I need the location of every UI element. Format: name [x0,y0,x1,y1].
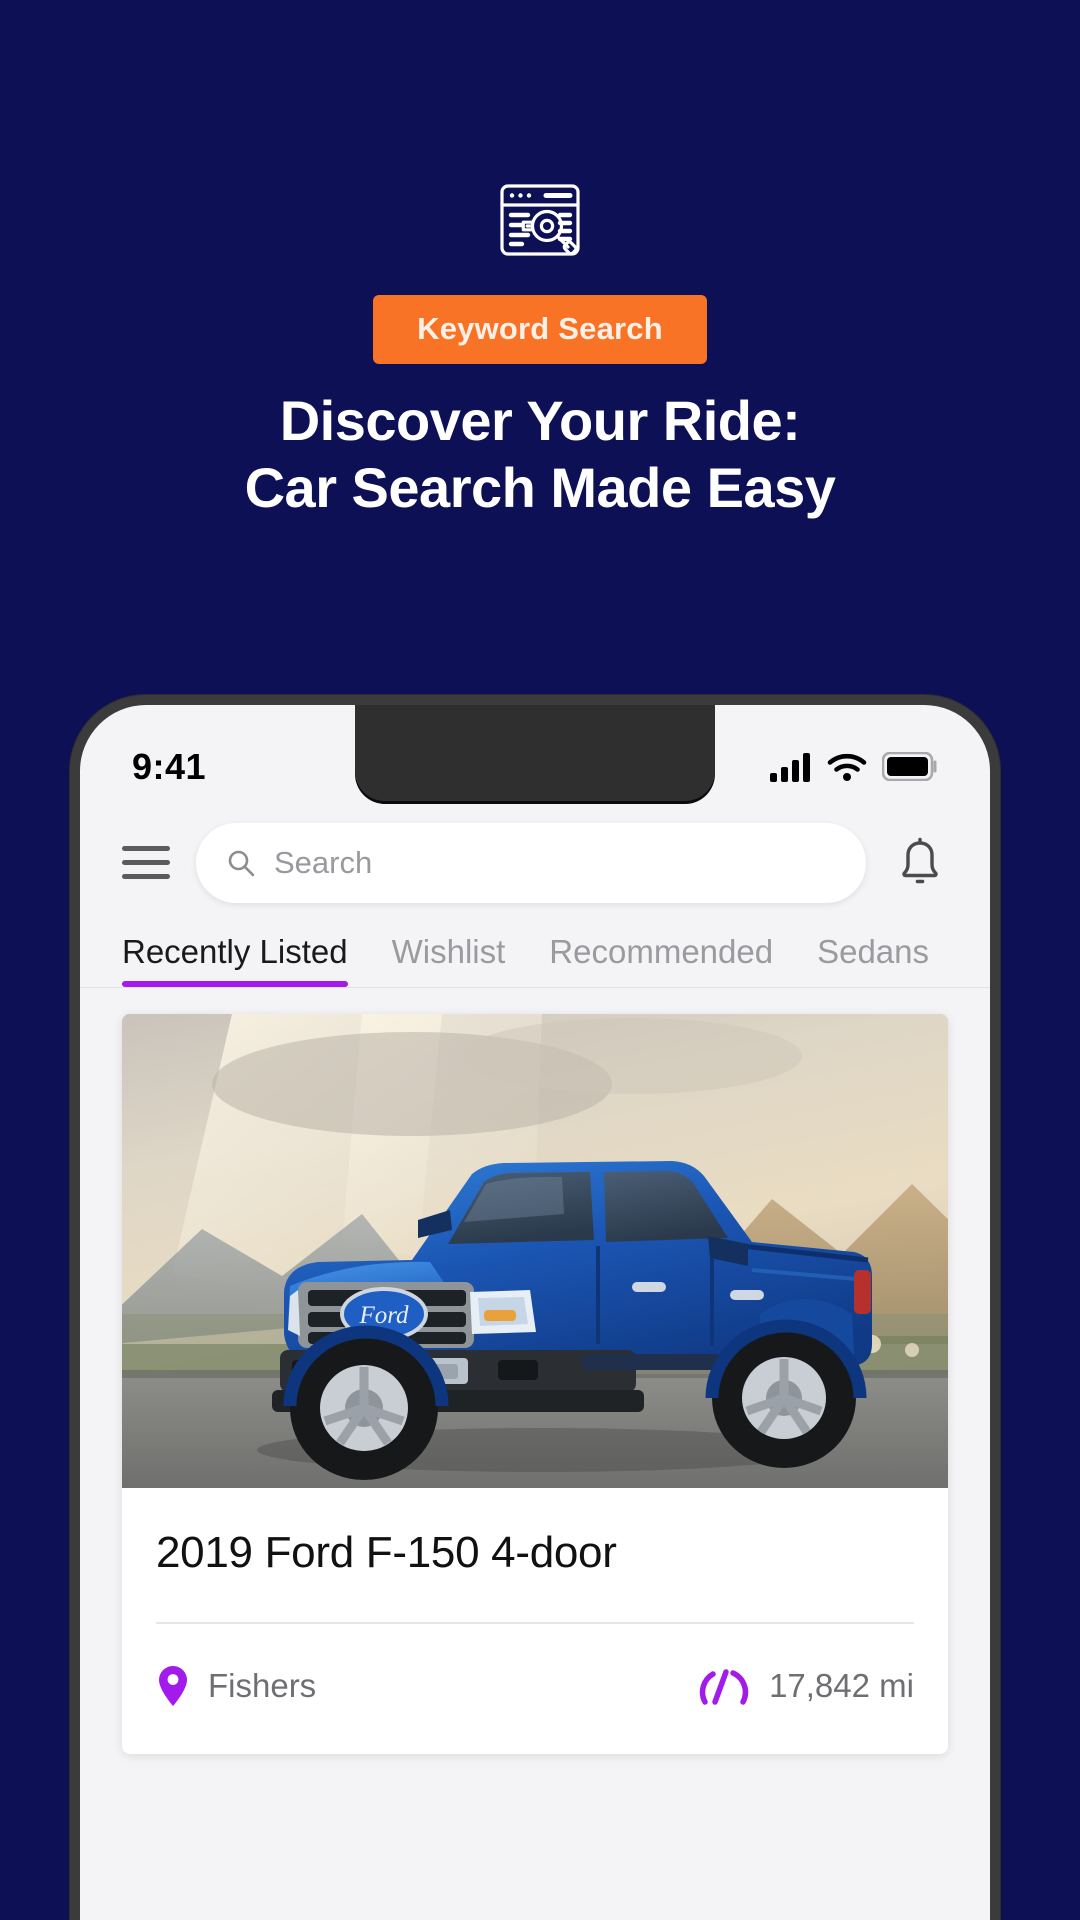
tabs-divider [80,987,990,988]
tab-recently-listed[interactable]: Recently Listed [80,933,370,987]
app-top-nav: Search [80,810,990,915]
tab-sedans[interactable]: Sedans [795,933,951,987]
page-headline: Discover Your Ride: Car Search Made Easy [0,388,1080,521]
listing-meta: Fishers 17,842 mi [122,1624,948,1754]
phone-mockup: 9:41 Search Recently Listed Wishlist Rec… [70,695,1000,1920]
headline-line-2: Car Search Made Easy [244,455,836,519]
keyword-search-badge[interactable]: Keyword Search [373,295,707,364]
tab-wishlist[interactable]: Wishlist [370,933,528,987]
signal-bars-icon [770,752,810,782]
tab-label: Recently Listed [122,933,348,970]
listing-mileage: 17,842 mi [699,1664,914,1708]
listing-card[interactable]: Ford 2019 Ford F-150 4-door Fishers 17,8… [122,1014,948,1754]
location-text: Fishers [208,1667,317,1704]
tab-label: Recommended [549,933,774,970]
search-placeholder: Search [274,844,373,880]
tab-recommended[interactable]: Recommended [527,933,795,987]
tab-label: Wishlist [391,933,506,970]
mileage-text: 17,842 mi [769,1667,914,1704]
search-icon [228,850,255,876]
odometer-icon [699,1669,749,1705]
keyword-search-browser-icon [0,178,1080,262]
category-tabs: Recently Listed Wishlist Recommended Sed… [80,915,990,987]
search-input[interactable]: Search [196,822,866,903]
wifi-icon [827,753,867,781]
tab-label: Sedans [817,933,930,970]
status-bar-clock: 9:41 [132,745,207,787]
listing-location: Fishers [156,1664,316,1708]
phone-notch [355,705,715,801]
battery-full-icon [882,752,937,781]
listing-title: 2019 Ford F-150 4-door [156,1528,617,1577]
map-pin-icon [159,1666,187,1706]
listing-photo: Ford [122,1014,948,1488]
bell-icon[interactable] [892,837,948,889]
hamburger-menu-icon[interactable] [122,846,170,879]
headline-line-1: Discover Your Ride: [279,389,801,452]
promo-screenshot: Keyword Search Discover Your Ride: Car S… [0,0,1080,1920]
phone-screen: 9:41 Search Recently Listed Wishlist Rec… [80,705,990,1920]
svg-text:Ford: Ford [358,1302,409,1329]
